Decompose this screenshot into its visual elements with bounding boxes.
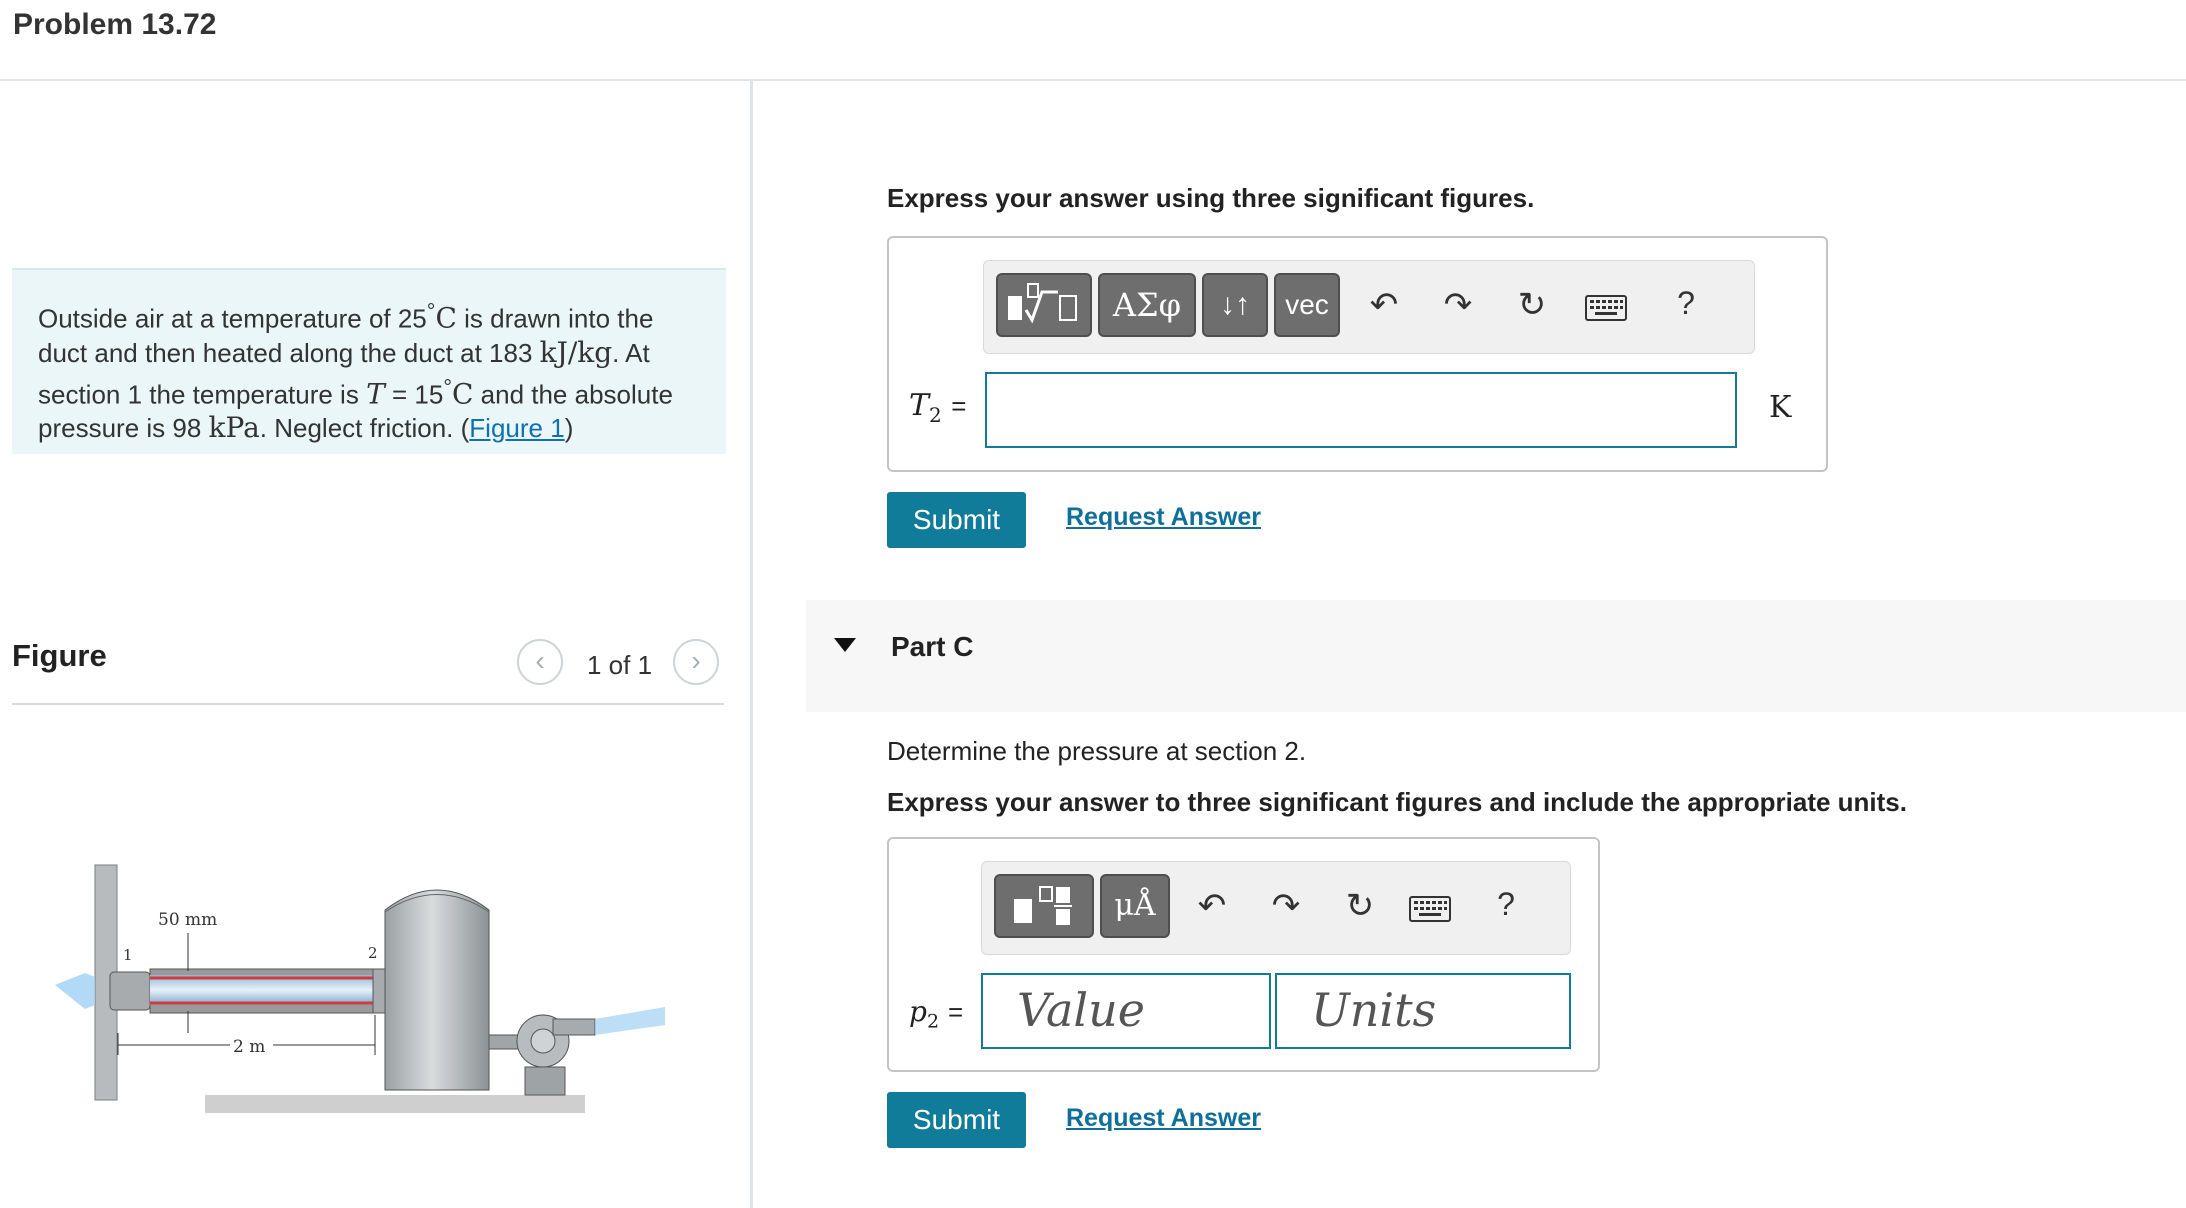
templates-icon xyxy=(1002,282,1086,324)
units-button[interactable]: μÅ xyxy=(1100,874,1170,938)
answer-variable-label: p2 = xyxy=(909,995,963,1033)
temperature-answer-input[interactable] xyxy=(985,372,1737,448)
part-c-answer-box: μÅ ↶ ↷ ↻ ? p2 = Value Units xyxy=(887,837,1600,1072)
redo-icon[interactable]: ↷ xyxy=(1436,285,1480,325)
unit-label: K xyxy=(1769,390,1792,425)
page-title: Problem 13.72 xyxy=(13,8,217,41)
variable-subscript: 2 xyxy=(929,403,942,427)
pressure-value-input[interactable]: Value xyxy=(981,973,1271,1049)
tank xyxy=(384,889,490,1091)
air-outlet-flow xyxy=(595,1007,665,1035)
part-b-instruction: Express your answer using three signific… xyxy=(887,183,1535,213)
help-button[interactable]: ? xyxy=(1484,886,1528,923)
reset-icon[interactable]: ↻ xyxy=(1338,886,1382,926)
section-1-label: 1 xyxy=(123,946,133,964)
value-placeholder: Value xyxy=(1017,983,1145,1037)
chevron-right-icon: › xyxy=(691,645,701,676)
problem-text-part: ) xyxy=(564,413,574,444)
figure-pager-text: 1 of 1 xyxy=(587,650,653,680)
variable-t: T xyxy=(366,377,385,411)
undo-icon[interactable]: ↶ xyxy=(1190,886,1234,926)
inlet-flange xyxy=(109,971,151,1011)
variable-subscript: 2 xyxy=(926,1010,940,1033)
header-divider xyxy=(0,79,2186,81)
pump-outlet xyxy=(552,1018,596,1036)
pump-hub xyxy=(530,1028,556,1054)
greek-letters-button[interactable]: ΑΣφ xyxy=(1098,273,1196,337)
diameter-label: 50 mm xyxy=(158,910,217,930)
pump-pipe xyxy=(488,1034,520,1050)
unit-kj-per-kg: kJ/kg xyxy=(539,335,613,369)
unit-kpa: kPa xyxy=(208,411,260,445)
part-c-question: Determine the pressure at section 2. xyxy=(887,736,1307,766)
units-templates-button[interactable] xyxy=(994,874,1094,938)
part-c-header[interactable] xyxy=(806,600,2186,712)
pressure-units-input[interactable]: Units xyxy=(1275,973,1571,1049)
units-placeholder: Units xyxy=(1311,983,1437,1037)
unit-celsius: C xyxy=(451,377,474,411)
reset-icon[interactable]: ↻ xyxy=(1510,285,1554,325)
degree-symbol: ° xyxy=(443,373,452,399)
problem-text-part: = 15 xyxy=(384,379,444,410)
ground xyxy=(205,1095,585,1113)
figure-heading: Figure xyxy=(12,638,107,673)
problem-statement: Outside air at a temperature of 25°C is … xyxy=(12,268,726,454)
help-button[interactable]: ? xyxy=(1664,285,1708,322)
part-c-instruction: Express your answer to three significant… xyxy=(887,787,1907,817)
answer-variable-label: T2 = xyxy=(909,388,966,427)
figure-divider xyxy=(12,703,724,705)
equals-sign: = xyxy=(947,997,964,1027)
request-answer-link[interactable]: Request Answer xyxy=(1066,503,1261,532)
variable-symbol: T xyxy=(909,388,930,423)
submit-button[interactable]: Submit xyxy=(887,492,1026,548)
pump-base xyxy=(524,1066,566,1096)
part-c-label[interactable]: Part C xyxy=(891,631,973,663)
part-c-math-toolbar: μÅ ↶ ↷ ↻ ? xyxy=(981,861,1571,955)
submit-button[interactable]: Submit xyxy=(887,1092,1026,1148)
pane-divider[interactable] xyxy=(750,80,753,1208)
next-figure-button[interactable]: › xyxy=(673,639,719,685)
chevron-left-icon: ‹ xyxy=(535,645,545,676)
templates-icon xyxy=(1002,885,1086,925)
caret-down-icon[interactable] xyxy=(834,638,856,652)
vector-button[interactable]: vec xyxy=(1274,273,1340,337)
part-b-math-toolbar: ΑΣφ ↓↑ vec ↶ ↷ ↻ ? xyxy=(983,260,1755,354)
problem-text-part: . Neglect friction. ( xyxy=(259,413,470,444)
air-inlet-flow xyxy=(55,973,95,1009)
variable-symbol: p xyxy=(909,995,927,1028)
redo-icon[interactable]: ↷ xyxy=(1264,886,1308,926)
undo-icon[interactable]: ↶ xyxy=(1362,285,1406,325)
subscript-superscript-button[interactable]: ↓↑ xyxy=(1202,273,1268,337)
part-b-answer-box: ΑΣφ ↓↑ vec ↶ ↷ ↻ ? T2 = K xyxy=(887,236,1828,472)
previous-figure-button[interactable]: ‹ xyxy=(517,639,563,685)
figure-link[interactable]: Figure 1 xyxy=(469,413,564,443)
section-2-label: 2 xyxy=(368,944,378,962)
problem-text-part: Outside air at a temperature of 25 xyxy=(38,303,427,334)
duct-heater-figure: 50 mm 1 2 2 m xyxy=(55,864,665,1113)
equals-sign: = xyxy=(951,391,967,421)
keyboard-icon[interactable] xyxy=(1406,892,1454,931)
problem-text: Outside air at a temperature of 25°C is … xyxy=(38,294,708,445)
templates-button[interactable] xyxy=(996,273,1092,337)
keyboard-icon[interactable] xyxy=(1582,291,1630,330)
length-label: 2 m xyxy=(233,1037,265,1057)
request-answer-link[interactable]: Request Answer xyxy=(1066,1104,1261,1133)
unit-celsius: C xyxy=(435,301,457,335)
